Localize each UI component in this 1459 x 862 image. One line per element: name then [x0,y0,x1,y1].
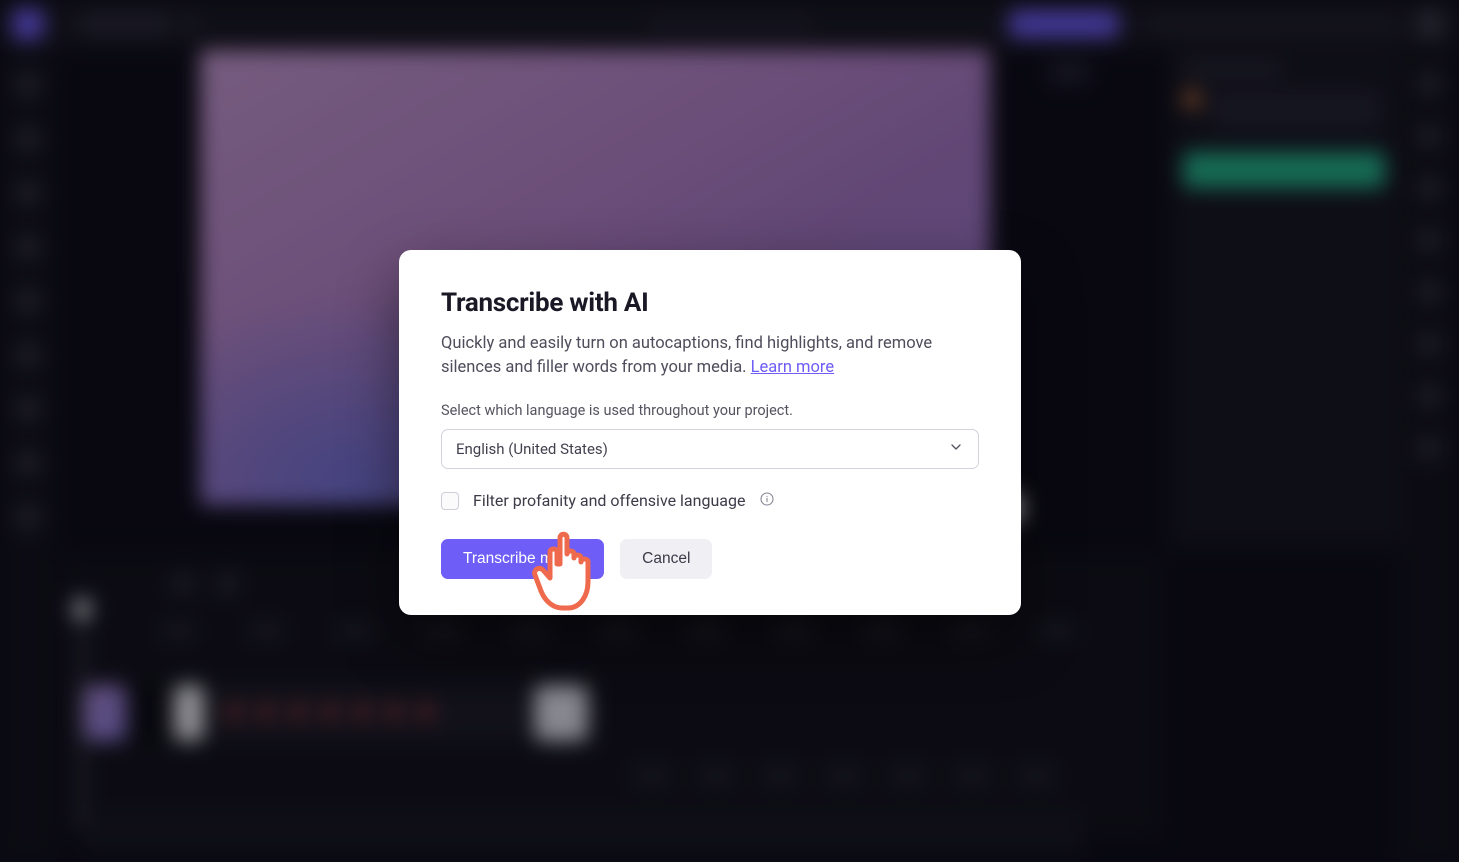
language-select[interactable]: English (United States) [441,429,979,469]
language-selected-value: English (United States) [456,440,608,458]
modal-description-text: Quickly and easily turn on autocaptions,… [441,334,932,377]
filter-profanity-row: Filter profanity and offensive language [441,491,979,511]
modal-button-row: Transcribe media Cancel [441,539,979,579]
info-icon[interactable] [759,491,775,511]
cancel-button[interactable]: Cancel [620,539,712,579]
modal-description: Quickly and easily turn on autocaptions,… [441,332,979,380]
filter-profanity-label: Filter profanity and offensive language [473,491,745,510]
language-select-label: Select which language is used throughout… [441,402,979,419]
transcribe-media-button[interactable]: Transcribe media [441,539,604,579]
transcribe-modal: Transcribe with AI Quickly and easily tu… [399,250,1021,615]
learn-more-link[interactable]: Learn more [751,358,834,377]
modal-title: Transcribe with AI [441,288,979,318]
filter-profanity-checkbox[interactable] [441,492,459,510]
chevron-down-icon [948,439,964,459]
